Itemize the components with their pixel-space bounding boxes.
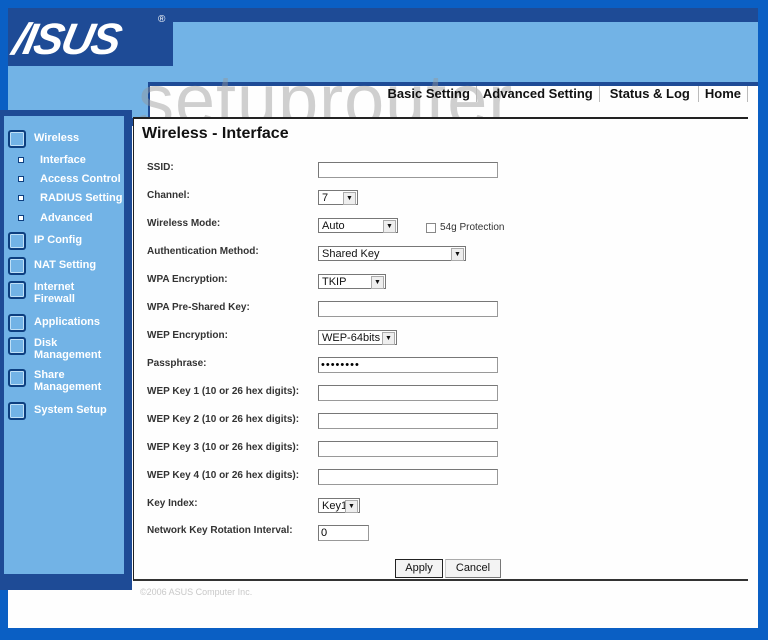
- bullet-icon: [18, 176, 24, 182]
- wep-key4-label: WEP Key 4 (10 or 26 hex digits):: [147, 470, 300, 481]
- sidebar-item-disk-management[interactable]: Disk Management: [8, 337, 114, 361]
- chevron-down-icon: ▼: [343, 192, 356, 205]
- apply-button[interactable]: Apply: [395, 559, 443, 578]
- key-index-label: Key Index:: [147, 498, 198, 509]
- channel-select[interactable]: 7 ▼: [318, 190, 358, 205]
- nav-home[interactable]: Home: [699, 86, 748, 102]
- auth-method-value: Shared Key: [322, 248, 380, 260]
- wep-key1-label: WEP Key 1 (10 or 26 hex digits):: [147, 386, 300, 397]
- rotation-interval-label: Network Key Rotation Interval:: [147, 525, 293, 536]
- wep-encryption-select[interactable]: WEP-64bits ▼: [318, 330, 397, 345]
- wireless-mode-label: Wireless Mode:: [147, 218, 221, 229]
- sidebar-subitem-advanced[interactable]: Advanced: [18, 212, 93, 224]
- wep-encryption-value: WEP-64bits: [322, 332, 381, 344]
- square-icon: [8, 369, 26, 387]
- chevron-down-icon: ▼: [345, 500, 358, 513]
- channel-label: Channel:: [147, 190, 190, 201]
- sidebar-item-label: Wireless: [34, 132, 80, 144]
- copyright: ©2006 ASUS Computer Inc.: [140, 587, 253, 597]
- ssid-label: SSID:: [147, 162, 174, 173]
- top-navigation: Basic Setting Advanced Setting Status & …: [382, 86, 748, 102]
- sidebar-item-wireless[interactable]: Wireless: [8, 130, 79, 148]
- asus-logo: /ISUS: [8, 15, 125, 64]
- sidebar-item-share-management[interactable]: Share Management: [8, 369, 114, 393]
- sidebar-item-label: Internet Firewall: [34, 281, 75, 305]
- bullet-icon: [18, 195, 24, 201]
- wireless-mode-select[interactable]: Auto ▼: [318, 218, 398, 233]
- auth-method-label: Authentication Method:: [147, 246, 259, 257]
- header-band: [8, 66, 758, 82]
- passphrase-input[interactable]: ••••••••: [318, 357, 498, 373]
- bullet-icon: [18, 215, 24, 221]
- sidebar-item-system-setup[interactable]: System Setup: [8, 402, 107, 420]
- bullet-icon: [18, 157, 24, 163]
- key-index-value: Key1: [322, 500, 348, 512]
- sidebar-subitem-label: Access Control: [40, 173, 121, 185]
- square-icon: [8, 130, 26, 148]
- wep-key3-label: WEP Key 3 (10 or 26 hex digits):: [147, 442, 300, 453]
- wep-key2-input[interactable]: [318, 413, 498, 429]
- sidebar-subitem-radius-setting[interactable]: RADIUS Setting: [18, 192, 123, 204]
- channel-value: 7: [322, 192, 329, 204]
- square-icon: [8, 402, 26, 420]
- sidebar-item-label: Applications: [34, 316, 101, 328]
- key-index-select[interactable]: Key1 ▼: [318, 498, 360, 513]
- sidebar-subitem-label: Advanced: [40, 212, 93, 224]
- sidebar-item-label: Share Management: [34, 369, 102, 393]
- protection-label: 54g Protection: [440, 222, 505, 233]
- wep-key1-input[interactable]: [318, 385, 498, 401]
- protection-checkbox[interactable]: [426, 222, 436, 233]
- wpa-encryption-value: TKIP: [322, 276, 347, 288]
- sidebar: Wireless Interface Access Control RADIUS…: [4, 116, 124, 574]
- chevron-down-icon: ▼: [371, 276, 384, 289]
- sidebar-item-label: Disk Management: [34, 337, 102, 361]
- sidebar-subitem-label: Interface: [40, 154, 86, 166]
- sidebar-item-ip-config[interactable]: IP Config: [8, 232, 82, 250]
- chevron-down-icon: ▼: [382, 332, 395, 345]
- cancel-button[interactable]: Cancel: [445, 559, 501, 578]
- header-bar: /ISUS ®: [8, 8, 758, 66]
- sidebar-item-label: IP Config: [34, 234, 83, 246]
- content-panel: Wireless - Interface SSID: Channel: 7 ▼ …: [133, 117, 748, 581]
- chevron-down-icon: ▼: [383, 220, 396, 233]
- ssid-input[interactable]: [318, 162, 498, 178]
- wpa-encryption-select[interactable]: TKIP ▼: [318, 274, 386, 289]
- wireless-mode-value: Auto: [322, 220, 345, 232]
- sidebar-item-nat-setting[interactable]: NAT Setting: [8, 257, 96, 275]
- wep-key4-input[interactable]: [318, 469, 498, 485]
- sidebar-subitem-label: RADIUS Setting: [40, 192, 123, 204]
- wpa-psk-label: WPA Pre-Shared Key:: [147, 302, 250, 313]
- square-icon: [8, 337, 26, 355]
- square-icon: [8, 314, 26, 332]
- nav-basic-setting[interactable]: Basic Setting: [382, 86, 477, 102]
- sidebar-item-label: System Setup: [34, 404, 107, 416]
- protection-option: 54g Protection: [426, 222, 505, 233]
- square-icon: [8, 257, 26, 275]
- wpa-psk-input[interactable]: [318, 301, 498, 317]
- square-icon: [8, 281, 26, 299]
- sidebar-item-applications[interactable]: Applications: [8, 314, 100, 332]
- sidebar-item-internet-firewall[interactable]: Internet Firewall: [8, 281, 94, 305]
- registered-mark: ®: [158, 14, 166, 25]
- sidebar-subitem-access-control[interactable]: Access Control: [18, 173, 121, 185]
- passphrase-label: Passphrase:: [147, 358, 207, 369]
- page-title: Wireless - Interface: [142, 125, 289, 142]
- chevron-down-icon: ▼: [451, 248, 464, 261]
- auth-method-select[interactable]: Shared Key ▼: [318, 246, 466, 261]
- wep-key2-label: WEP Key 2 (10 or 26 hex digits):: [147, 414, 300, 425]
- sidebar-subitem-interface[interactable]: Interface: [18, 154, 86, 166]
- wpa-encryption-label: WPA Encryption:: [147, 274, 228, 285]
- wep-encryption-label: WEP Encryption:: [147, 330, 228, 341]
- nav-advanced-setting[interactable]: Advanced Setting: [477, 86, 600, 102]
- sidebar-item-label: NAT Setting: [34, 259, 97, 271]
- square-icon: [8, 232, 26, 250]
- rotation-interval-input[interactable]: 0: [318, 525, 369, 541]
- wep-key3-input[interactable]: [318, 441, 498, 457]
- nav-status-log[interactable]: Status & Log: [600, 86, 699, 102]
- header-accent: [173, 22, 758, 66]
